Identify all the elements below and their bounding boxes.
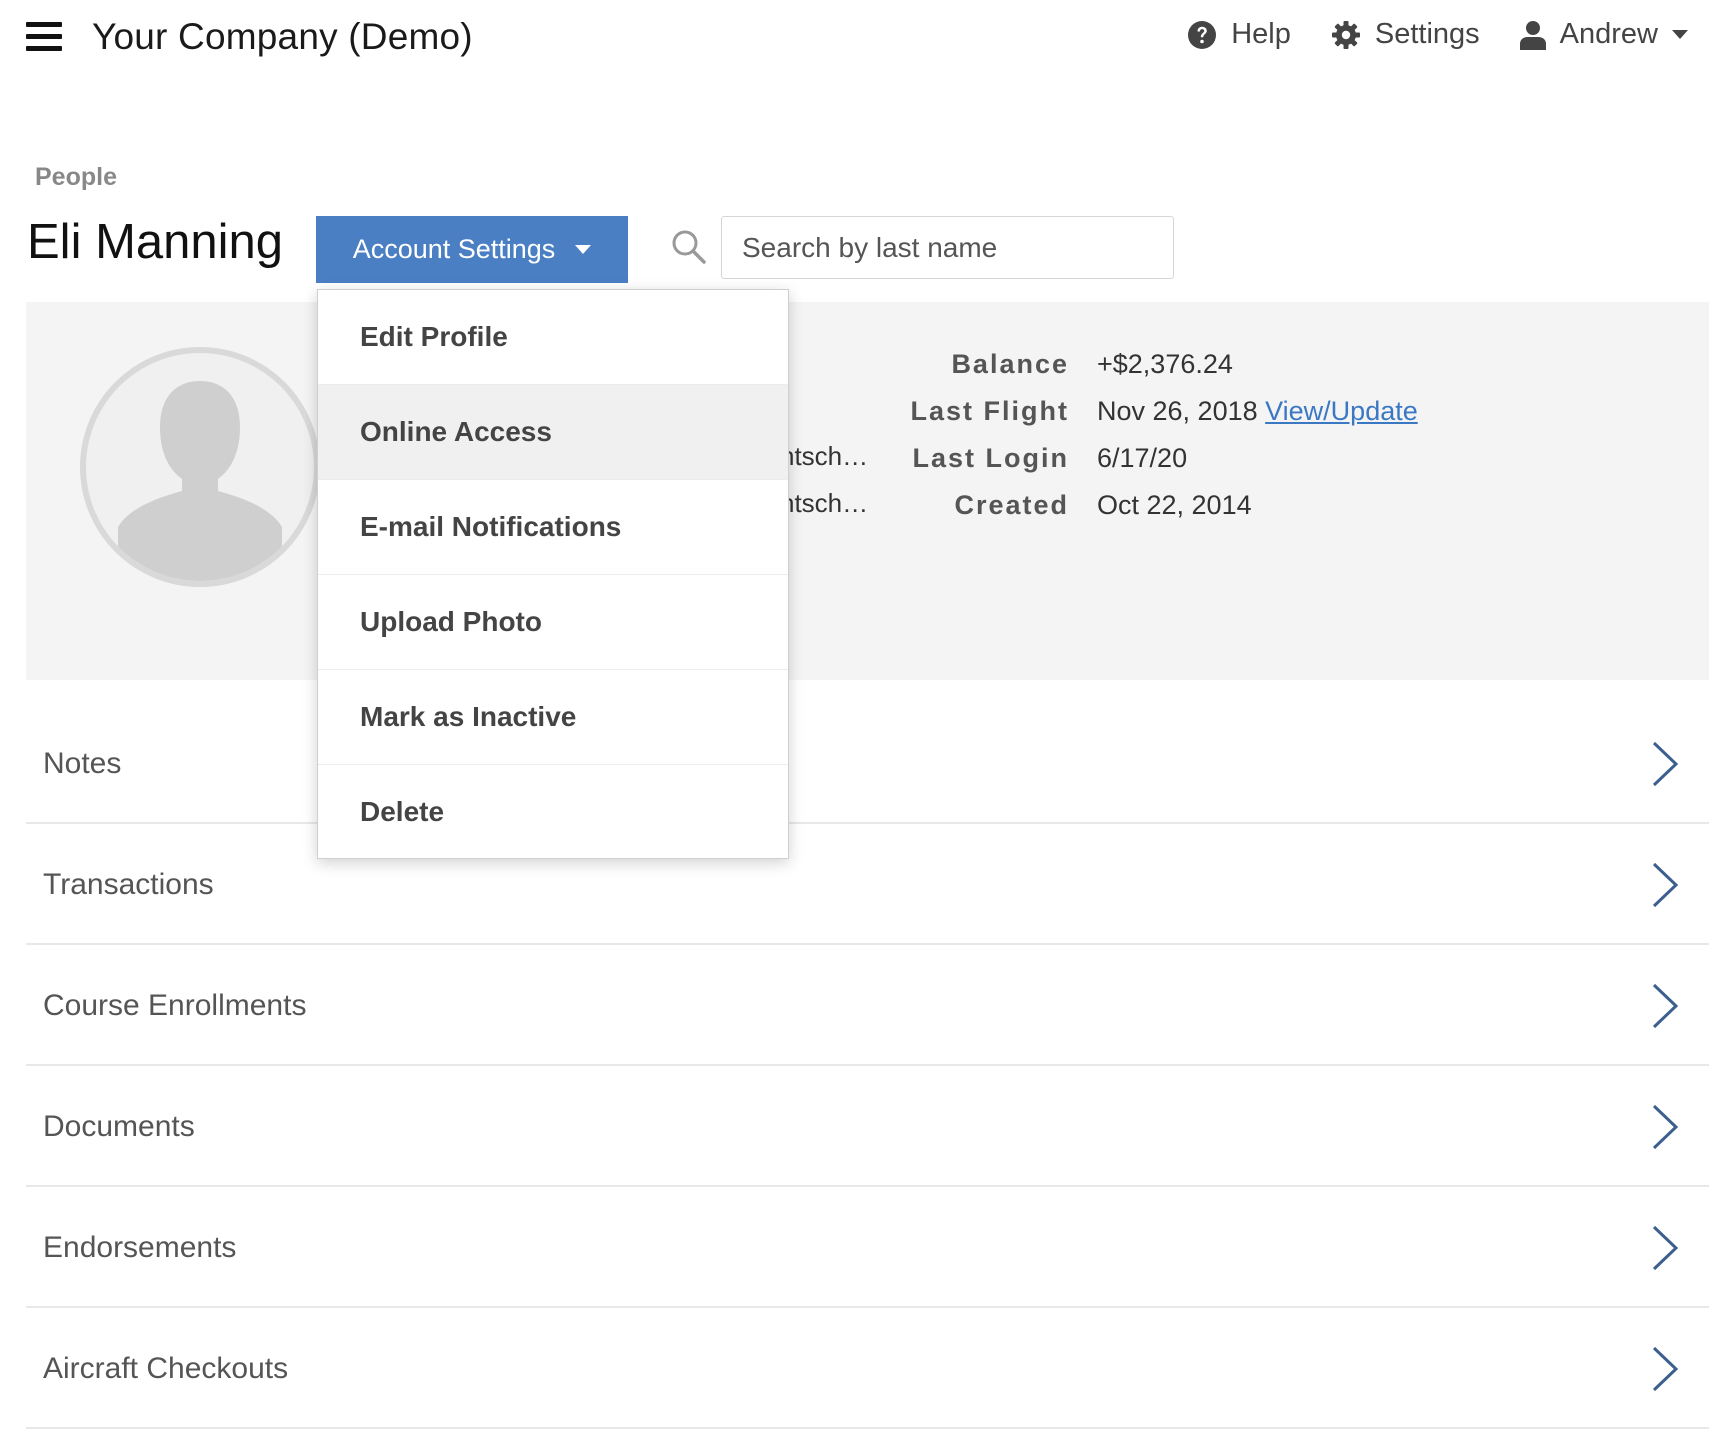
profile-truncated-text: htsch… bbox=[780, 488, 869, 518]
chevron-right-icon bbox=[1652, 1346, 1679, 1392]
caret-down-icon bbox=[1672, 29, 1688, 39]
section-label: Endorsements bbox=[43, 1231, 237, 1264]
chevron-right-icon bbox=[1652, 862, 1679, 908]
breadcrumb[interactable]: People bbox=[35, 163, 117, 192]
chevron-right-icon bbox=[1652, 1225, 1679, 1271]
section-row-documents[interactable]: Documents bbox=[26, 1066, 1709, 1187]
menu-item-upload-photo[interactable]: Upload Photo bbox=[318, 575, 788, 670]
help-link[interactable]: Help bbox=[1187, 18, 1291, 51]
section-label: Transactions bbox=[43, 868, 214, 901]
menu-item-delete[interactable]: Delete bbox=[318, 765, 788, 860]
hamburger-menu-icon[interactable] bbox=[26, 22, 62, 52]
section-row-endorsements[interactable]: Endorsements bbox=[26, 1187, 1709, 1308]
last-flight-date: Nov 26, 2018 bbox=[1097, 396, 1258, 426]
section-label: Notes bbox=[43, 747, 122, 780]
last-login-label: Last Login bbox=[912, 443, 1069, 473]
balance-label: Balance bbox=[951, 349, 1069, 379]
account-settings-menu: Edit Profile Online Access E-mail Notifi… bbox=[317, 289, 789, 859]
last-flight-value: Nov 26, 2018 View/Update bbox=[1097, 396, 1418, 427]
help-label: Help bbox=[1231, 18, 1291, 50]
section-label: Aircraft Checkouts bbox=[43, 1352, 289, 1385]
settings-label: Settings bbox=[1374, 18, 1480, 50]
settings-link[interactable]: Settings bbox=[1331, 18, 1480, 51]
account-settings-label: Account Settings bbox=[352, 234, 556, 264]
balance-value: +$2,376.24 bbox=[1097, 349, 1233, 379]
menu-item-email-notifications[interactable]: E-mail Notifications bbox=[318, 480, 788, 575]
section-row-aircraft-checkouts[interactable]: Aircraft Checkouts bbox=[26, 1308, 1709, 1429]
chevron-right-icon bbox=[1652, 741, 1679, 787]
gear-icon bbox=[1331, 20, 1360, 49]
profile-truncated-text: htsch… bbox=[780, 441, 869, 471]
avatar bbox=[80, 347, 320, 587]
top-bar: Your Company (Demo) Help Settings Andrew bbox=[0, 0, 1720, 80]
menu-item-online-access[interactable]: Online Access bbox=[318, 385, 788, 480]
section-label: Course Enrollments bbox=[43, 989, 307, 1022]
menu-item-edit-profile[interactable]: Edit Profile bbox=[318, 290, 788, 385]
account-settings-button[interactable]: Account Settings bbox=[316, 216, 628, 283]
search-icon[interactable] bbox=[670, 228, 708, 266]
chevron-right-icon bbox=[1652, 1104, 1679, 1150]
top-nav: Help Settings Andrew bbox=[1147, 18, 1702, 51]
section-label: Documents bbox=[43, 1110, 195, 1143]
user-label: Andrew bbox=[1559, 18, 1658, 50]
chevron-right-icon bbox=[1652, 983, 1679, 1029]
last-login-value: 6/17/20 bbox=[1097, 443, 1188, 473]
search-input[interactable] bbox=[721, 216, 1174, 279]
company-name[interactable]: Your Company (Demo) bbox=[92, 16, 473, 58]
section-row-course-enrollments[interactable]: Course Enrollments bbox=[26, 945, 1709, 1066]
section-row-transactions[interactable]: Transactions bbox=[26, 824, 1709, 945]
caret-down-icon bbox=[575, 244, 592, 254]
user-menu[interactable]: Andrew bbox=[1519, 18, 1702, 51]
user-icon bbox=[1519, 20, 1546, 50]
page-title: Eli Manning bbox=[27, 215, 284, 269]
view-update-link[interactable]: View/Update bbox=[1265, 396, 1418, 426]
help-icon bbox=[1188, 20, 1217, 49]
last-flight-label: Last Flight bbox=[910, 396, 1069, 426]
created-label: Created bbox=[954, 490, 1069, 520]
menu-item-mark-inactive[interactable]: Mark as Inactive bbox=[318, 670, 788, 765]
section-row-notes[interactable]: Notes bbox=[26, 703, 1709, 824]
created-value: Oct 22, 2014 bbox=[1097, 490, 1252, 520]
